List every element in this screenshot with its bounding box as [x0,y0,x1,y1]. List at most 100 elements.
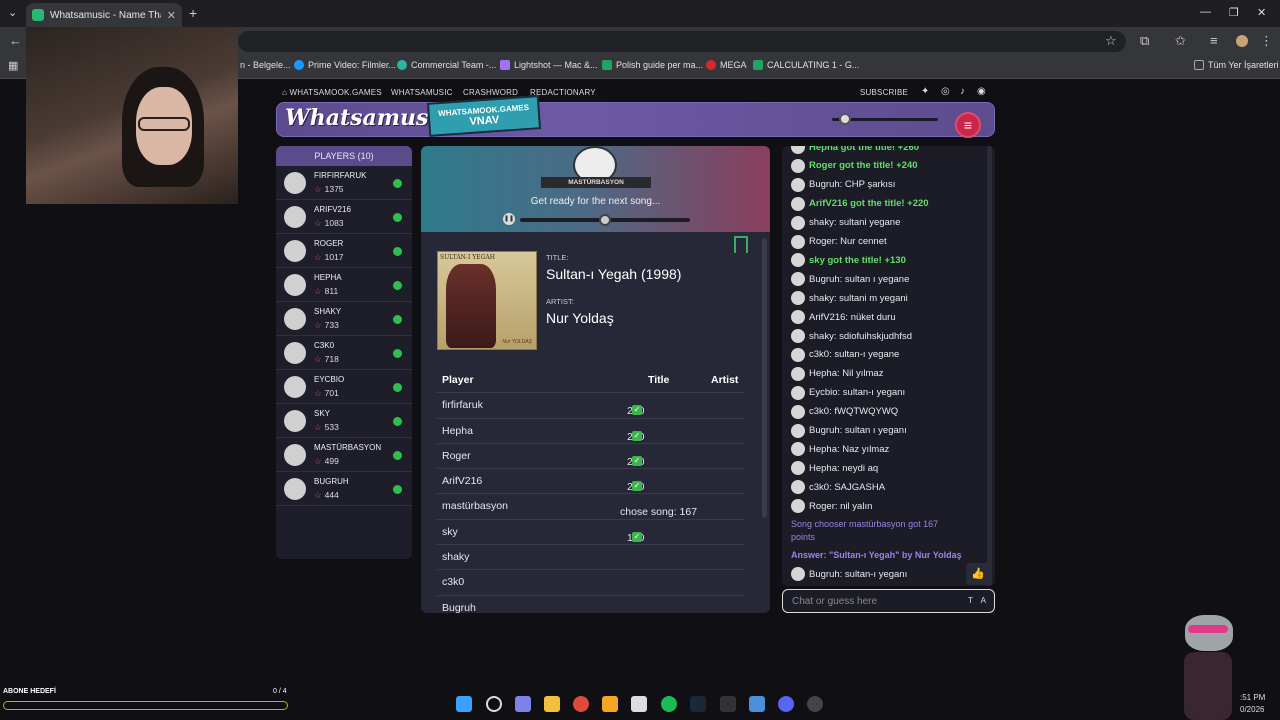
results-header: Player Title Artist [437,368,744,394]
ready-check-icon [393,213,402,222]
chrome-icon[interactable] [573,696,589,712]
star-icon: ☆ [314,388,322,398]
player-name: ROGER [314,239,344,248]
star-bookmark-icon[interactable]: ☆ [1105,33,1117,49]
sub-goal-bar [3,701,288,710]
avatar [284,308,306,330]
title-label: TITLE: [546,253,569,262]
player-row[interactable]: MASTÜRBASYON ☆ 499 [276,438,412,472]
all-bookmarks[interactable]: Tüm Yer İşaretleri [1194,60,1279,70]
steam-icon[interactable] [690,696,706,712]
avatar [791,177,805,192]
text-style-buttons[interactable]: T A [968,596,989,605]
bookmark-3[interactable]: Commercial Team -... [397,60,496,70]
nav-subscribe-link[interactable]: SUBSCRIBE [860,88,908,97]
file-explorer-icon[interactable] [544,696,560,712]
player-row[interactable]: C3K0 ☆ 718 [276,336,412,370]
site-favicon-icon [32,9,44,21]
avatar [791,310,805,325]
obs-icon[interactable] [807,696,823,712]
chat-message: c3k0: SAJGASHA [791,480,885,495]
chat-input[interactable]: Chat or guess here T A [782,589,995,613]
bookmark-2[interactable]: Prime Video: Filmler... [294,60,396,70]
chat-scrollbar[interactable] [987,146,992,586]
player-row[interactable]: SHAKY ☆ 733 [276,302,412,336]
panel-scrollbar[interactable] [762,238,767,518]
volume-knob[interactable] [839,113,851,125]
bookmark-4[interactable]: Lightshot — Mac &... [500,60,598,70]
nav-home-link[interactable]: ⌂ WHATSAMOOK.GAMES [282,88,382,97]
bookmark-5[interactable]: Polish guide per ma... [602,60,703,70]
windows-start-icon[interactable] [456,696,472,712]
star-icon: ☆ [314,422,322,432]
search-icon[interactable] [486,696,502,712]
instagram-icon[interactable]: ◎ [941,86,950,97]
bookmark-1[interactable]: n - Belgele... [240,60,291,70]
mega-icon [706,60,716,70]
tab-search-icon[interactable]: ⌄ [8,6,17,19]
round-topbar: MASTÜRBASYON Get ready for the next song… [421,146,770,232]
artist-label: ARTIST: [546,297,574,306]
bookmark-7[interactable]: CALCULATING 1 - G... [753,60,859,70]
player-row[interactable]: ARIFV216 ☆ 1083 [276,200,412,234]
chat-message: c3k0: fWQTWQYWQ [791,404,898,419]
app-icon[interactable] [631,696,647,712]
media-icon[interactable]: ≡ [1210,33,1218,48]
avatar [791,234,805,249]
player-row[interactable]: BUGRUH ☆ 444 [276,472,412,506]
chat-message: Bugruh: sultan ı yegane [791,272,909,287]
player-row[interactable]: ROGER ☆ 1017 [276,234,412,268]
close-tab-icon[interactable]: ✕ [167,9,176,22]
result-player: c3k0 [442,576,465,589]
sheets-icon [753,60,763,70]
player-row[interactable]: FIRFIRFARUK ☆ 1375 [276,166,412,200]
profile-avatar[interactable] [1236,35,1248,47]
browser-tab-active[interactable]: Whatsamusic - Name That Tune ✕ [26,3,182,27]
epic-games-icon[interactable] [720,696,736,712]
bookmarks-icon[interactable]: ✩ [1175,33,1186,49]
back-icon[interactable]: ← [9,33,22,48]
bookmark-song-icon[interactable] [734,236,748,253]
apps-grid-icon[interactable]: ▦ [8,59,18,72]
discord-icon[interactable]: ◉ [977,86,986,97]
app-icon[interactable] [602,696,618,712]
chat-message: Roger: Nur cennet [791,234,887,249]
player-row[interactable]: EYCBIO ☆ 701 [276,370,412,404]
avatar [791,291,805,306]
spotify-icon[interactable] [661,696,677,712]
results-row: Hepha260✓ [437,419,744,444]
bookmark-6[interactable]: MEGA [706,60,747,70]
tiktok-icon[interactable]: ♪ [960,86,965,97]
app-icon[interactable] [749,696,765,712]
player-name: EYCBIO [314,375,345,384]
volume-slider[interactable] [832,113,938,125]
player-points: ☆ 718 [314,354,339,364]
twitter-icon[interactable]: ✦ [921,86,930,97]
address-bar[interactable] [238,31,1126,52]
pause-icon[interactable]: ❚❚ [503,213,515,225]
close-window-icon[interactable]: ✕ [1257,6,1266,19]
nav-crashword-link[interactable]: CRASHWORD [463,88,518,97]
hamburger-menu-button[interactable]: ≡ [955,112,981,138]
result-player: firfirfaruk [442,399,483,412]
nav-whatsamusic-link[interactable]: WHATSAMUSIC [391,88,453,97]
whatsamusic-logo[interactable]: Whatsamusic [285,105,450,131]
menu-dots-icon[interactable]: ⋮ [1260,33,1273,49]
player-row[interactable]: HEPHA ☆ 811 [276,268,412,302]
nav-redactionary-link[interactable]: REDACTIONARY [530,88,596,97]
progress-knob [599,214,611,226]
extensions-icon[interactable]: ⧉ [1140,33,1149,49]
taskbar [445,692,835,716]
minimize-icon[interactable]: — [1200,6,1211,18]
maximize-icon[interactable]: ❐ [1229,6,1239,19]
new-tab-icon[interactable]: + [189,5,197,21]
chat-message: Roger: nil yalın [791,499,872,514]
ready-check-icon [393,383,402,392]
thumbs-up-icon[interactable]: 👍 [966,563,990,585]
teams-icon[interactable] [515,696,531,712]
player-row[interactable]: SKY ☆ 533 [276,404,412,438]
chat-message: Roger got the title! +240 [791,158,917,173]
result-player: mastürbasyon [442,500,508,513]
star-icon: ☆ [314,490,322,500]
discord-icon[interactable] [778,696,794,712]
